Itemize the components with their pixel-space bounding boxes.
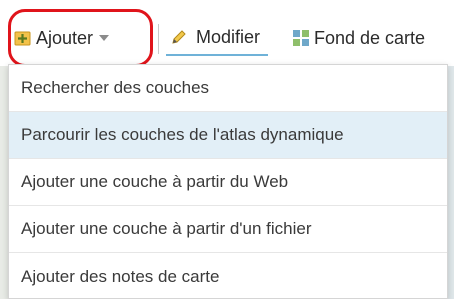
pencil-icon — [170, 28, 188, 46]
modify-button-label: Modifier — [196, 26, 261, 47]
basemap-grid-icon — [292, 29, 310, 47]
add-dropdown-menu: Rechercher des couches Parcourir les cou… — [8, 64, 448, 299]
menu-item-add-layer-from-file[interactable]: Ajouter une couche à partir d'un fichier — [9, 206, 447, 253]
map-background-right — [448, 66, 454, 299]
add-button[interactable]: Ajouter — [14, 23, 110, 53]
toolbar-divider — [158, 24, 159, 54]
map-viewer: Ajouter Modifier Fond de carte Recherche… — [0, 0, 454, 299]
add-button-label: Ajouter — [36, 27, 94, 48]
menu-item-add-layer-from-web[interactable]: Ajouter une couche à partir du Web — [9, 159, 447, 206]
menu-item-add-map-notes[interactable]: Ajouter des notes de carte — [9, 253, 447, 299]
menu-item-search-layers[interactable]: Rechercher des couches — [9, 65, 447, 112]
basemap-button-label: Fond de carte — [314, 27, 426, 48]
chevron-down-icon — [99, 35, 110, 41]
add-layer-icon — [14, 29, 32, 47]
map-toolbar: Ajouter Modifier Fond de carte — [0, 0, 454, 67]
basemap-button[interactable]: Fond de carte — [292, 20, 425, 56]
map-background-left — [0, 66, 8, 299]
menu-item-browse-living-atlas[interactable]: Parcourir les couches de l'atlas dynamiq… — [9, 112, 447, 159]
modify-button[interactable]: Modifier — [166, 20, 269, 56]
